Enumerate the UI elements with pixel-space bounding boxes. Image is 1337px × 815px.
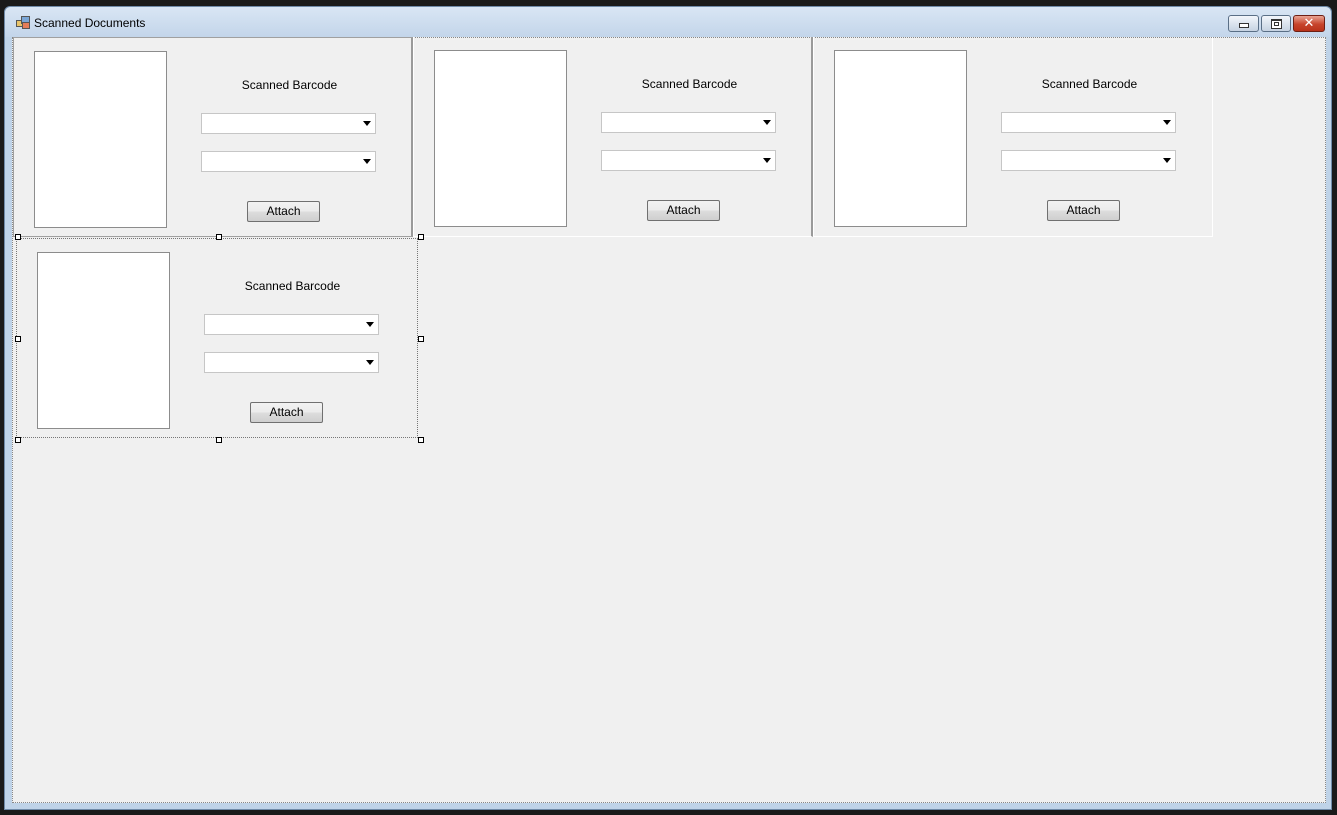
scanned-barcode-label: Scanned Barcode xyxy=(641,77,738,91)
chevron-down-icon[interactable] xyxy=(1163,120,1171,125)
close-button[interactable]: ✕ xyxy=(1293,15,1325,32)
scanned-barcode-label: Scanned Barcode xyxy=(1041,77,1138,91)
barcode-combo-2[interactable] xyxy=(601,150,776,171)
resize-handle-bottom[interactable] xyxy=(216,437,222,443)
resize-handle-right[interactable] xyxy=(418,336,424,342)
attach-button[interactable]: Attach xyxy=(1047,200,1120,221)
attach-button[interactable]: Attach xyxy=(647,200,720,221)
barcode-combo-2[interactable] xyxy=(204,352,379,373)
resize-handle-top-right[interactable] xyxy=(418,234,424,240)
close-icon: ✕ xyxy=(1303,16,1315,31)
chevron-down-icon[interactable] xyxy=(366,360,374,365)
scan-panel-4[interactable]: Scanned Barcode Attach xyxy=(16,238,418,438)
scan-panel-2: Scanned Barcode Attach xyxy=(413,37,813,237)
resize-handle-bottom-right[interactable] xyxy=(418,437,424,443)
minimize-icon xyxy=(1238,23,1249,28)
attach-button[interactable]: Attach xyxy=(250,402,323,423)
scan-panel-3: Scanned Barcode Attach xyxy=(813,37,1213,237)
chevron-down-icon[interactable] xyxy=(366,322,374,327)
chevron-down-icon[interactable] xyxy=(763,158,771,163)
resize-handle-top-left[interactable] xyxy=(15,234,21,240)
barcode-combo-1[interactable] xyxy=(201,113,376,134)
chevron-down-icon[interactable] xyxy=(363,159,371,164)
main-window: Scanned Documents ✕ Scanned Barcode Atta… xyxy=(4,6,1332,810)
form-icon xyxy=(16,16,30,29)
chevron-down-icon[interactable] xyxy=(763,120,771,125)
barcode-combo-2[interactable] xyxy=(1001,150,1176,171)
form-client-area: Scanned Barcode Attach Scanned Barcode A… xyxy=(12,37,1326,803)
resize-handle-left[interactable] xyxy=(15,336,21,342)
maximize-button[interactable] xyxy=(1261,15,1291,32)
document-preview xyxy=(37,252,170,429)
scan-panel-1: Scanned Barcode Attach xyxy=(13,37,413,237)
chevron-down-icon[interactable] xyxy=(363,121,371,126)
barcode-combo-1[interactable] xyxy=(204,314,379,335)
restore-icon xyxy=(1270,18,1282,29)
scanned-barcode-label: Scanned Barcode xyxy=(241,78,338,92)
minimize-button[interactable] xyxy=(1228,15,1259,32)
window-title: Scanned Documents xyxy=(34,16,146,30)
attach-button[interactable]: Attach xyxy=(247,201,320,222)
barcode-combo-1[interactable] xyxy=(601,112,776,133)
title-bar[interactable]: Scanned Documents ✕ xyxy=(5,7,1331,37)
scanned-barcode-label: Scanned Barcode xyxy=(244,279,341,293)
barcode-combo-2[interactable] xyxy=(201,151,376,172)
resize-handle-top[interactable] xyxy=(216,234,222,240)
chevron-down-icon[interactable] xyxy=(1163,158,1171,163)
resize-handle-bottom-left[interactable] xyxy=(15,437,21,443)
document-preview xyxy=(34,51,167,228)
barcode-combo-1[interactable] xyxy=(1001,112,1176,133)
document-preview xyxy=(434,50,567,227)
document-preview xyxy=(834,50,967,227)
